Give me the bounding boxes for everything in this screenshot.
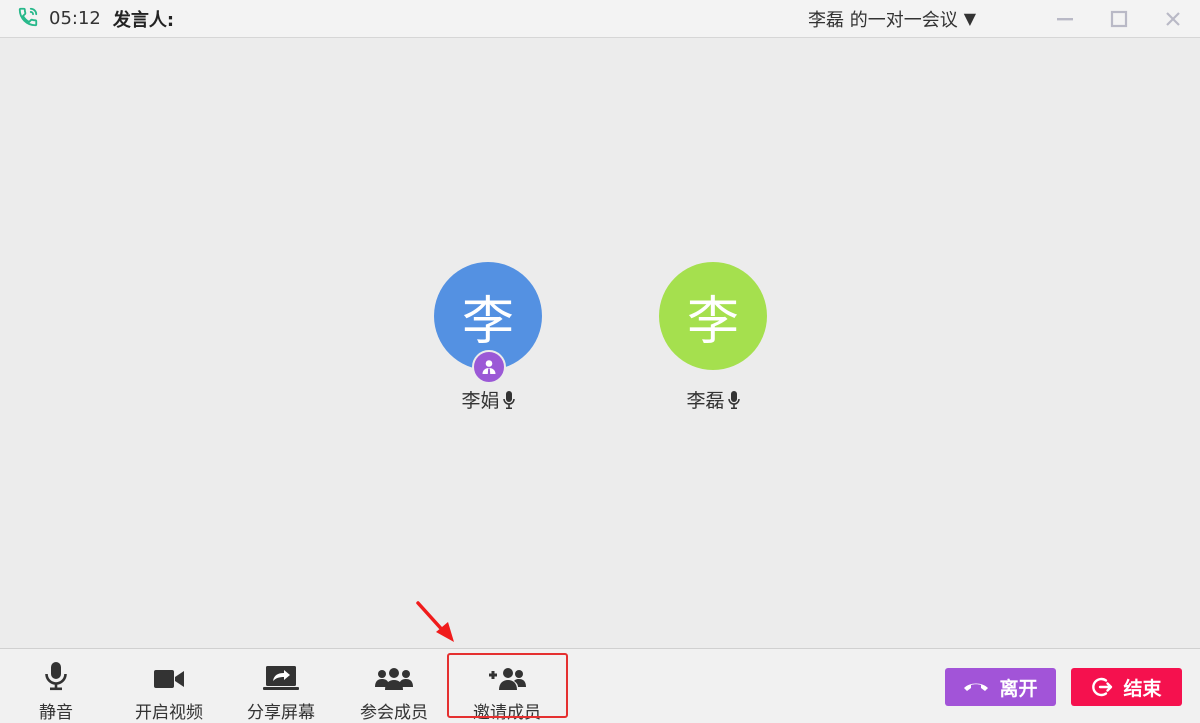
end-meeting-button[interactable]: 结束 — [1071, 668, 1182, 706]
avatar: 李 — [434, 262, 542, 384]
start-video-label: 开启视频 — [135, 703, 203, 723]
participant-name: 李娟 — [461, 390, 500, 412]
call-duration: 05:12 — [49, 8, 101, 29]
share-screen-label: 分享屏幕 — [247, 703, 315, 723]
avatar-initial: 李 — [686, 291, 739, 352]
participant-tile[interactable]: 李 李磊 — [643, 262, 783, 413]
title-bar: 05:12 发言人: 李磊 的一对一会议 ▼ — [0, 0, 1200, 38]
share-screen-button[interactable]: 分享屏幕 — [225, 649, 337, 723]
microphone-icon — [45, 662, 67, 691]
video-camera-icon — [154, 670, 184, 688]
microphone-icon — [727, 390, 740, 409]
mute-label: 静音 — [39, 703, 73, 723]
participants-label: 参会成员 — [360, 703, 428, 723]
participant-tile[interactable]: 李 李娟 — [418, 262, 558, 413]
participant-name-row: 李磊 — [643, 386, 783, 413]
participant-name: 李磊 — [686, 390, 725, 412]
start-video-button[interactable]: 开启视频 — [113, 649, 225, 723]
maximize-icon — [1110, 10, 1128, 28]
host-badge-icon — [472, 350, 506, 384]
avatar: 李 — [659, 262, 767, 370]
hang-up-icon — [964, 683, 989, 691]
microphone-icon — [502, 390, 515, 409]
chevron-down-icon: ▼ — [963, 9, 977, 28]
participant-name-row: 李娟 — [418, 386, 558, 413]
phone-icon — [17, 6, 39, 32]
meeting-title: 李磊 的一对一会议 — [808, 9, 958, 31]
meeting-title-dropdown[interactable]: 李磊 的一对一会议 ▼ — [808, 0, 976, 37]
leave-button[interactable]: 离开 — [945, 668, 1056, 706]
mute-button[interactable]: 静音 — [0, 649, 112, 723]
share-screen-icon — [263, 666, 299, 690]
group-icon — [375, 668, 413, 690]
minimize-button[interactable] — [1052, 6, 1078, 32]
call-status: 05:12 发言人: — [17, 0, 174, 37]
maximize-button[interactable] — [1106, 6, 1132, 32]
participants-button[interactable]: 参会成员 — [338, 649, 450, 723]
bottom-toolbar: 静音 开启视频 分享屏幕 参会成员 邀请成员 离开 结束 — [0, 648, 1200, 723]
minimize-icon — [1057, 18, 1073, 21]
close-icon — [1166, 12, 1180, 26]
annotation-arrow-icon — [416, 601, 454, 642]
speaker-label: 发言人: — [112, 9, 175, 31]
close-button[interactable] — [1160, 6, 1186, 32]
exit-icon — [1092, 677, 1113, 697]
avatar-initial: 李 — [461, 291, 514, 352]
invite-highlight-box — [447, 653, 568, 718]
leave-label: 离开 — [999, 677, 1038, 700]
end-meeting-label: 结束 — [1123, 677, 1162, 700]
